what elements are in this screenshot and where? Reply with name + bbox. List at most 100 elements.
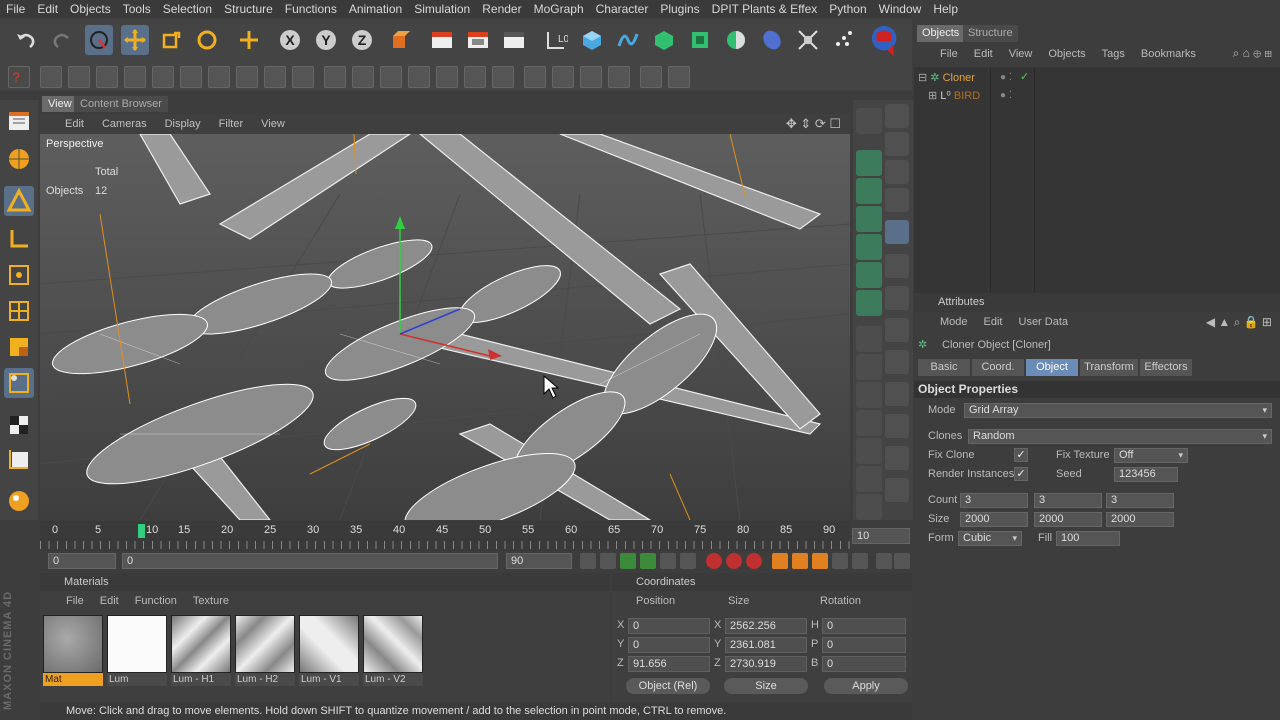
coordinate-system-icon[interactable] [386, 25, 414, 55]
menu-structure[interactable]: Structure [218, 2, 279, 16]
viewport-menu-edit[interactable]: Edit [56, 118, 93, 130]
snap-tool-2-icon[interactable] [180, 66, 202, 88]
objects-menu-tags[interactable]: Tags [1094, 48, 1133, 60]
material-swatch[interactable]: Lum - H1 [171, 615, 231, 686]
menu-tools[interactable]: Tools [117, 2, 157, 16]
timeline-end-field[interactable]: 10 [852, 528, 910, 544]
record-pla-icon[interactable] [852, 553, 868, 569]
attributes-menu-mode[interactable]: Mode [932, 316, 976, 328]
tree-item-bird[interactable]: ⊞ L⁰ BIRD [928, 87, 980, 105]
size-z-field[interactable]: 2730.919 [725, 656, 807, 672]
object-mode-icon[interactable] [4, 186, 34, 216]
menu-window[interactable]: Window [873, 2, 928, 16]
mograph-tracer-icon[interactable] [856, 262, 882, 288]
objects-menu-objects[interactable]: Objects [1040, 48, 1093, 60]
prev-key-icon[interactable] [600, 553, 616, 569]
viewport-menu-filter[interactable]: Filter [210, 118, 252, 130]
tab-effectors[interactable]: Effectors [1140, 359, 1192, 376]
materials-menu-edit[interactable]: Edit [92, 595, 127, 607]
enabled-check-icon[interactable]: ✓ [1020, 70, 1029, 83]
tab-basic[interactable]: Basic [918, 359, 970, 376]
snap-icon[interactable] [885, 220, 909, 244]
viewport-menu-display[interactable]: Display [156, 118, 210, 130]
size-x-attr-field[interactable]: 2000 [960, 512, 1028, 527]
effector-1-icon[interactable] [856, 326, 882, 352]
effector-5-icon[interactable] [856, 438, 882, 464]
magnet-2-icon[interactable] [885, 132, 909, 156]
menu-objects[interactable]: Objects [64, 2, 117, 16]
mograph-fracture-icon[interactable] [856, 206, 882, 232]
polygons-mode-icon[interactable] [4, 332, 34, 362]
expand-icon[interactable]: ⊞ [928, 90, 937, 102]
material-swatch[interactable]: Lum - V1 [299, 615, 359, 686]
camera-icon[interactable] [794, 25, 822, 55]
fix-texture-select[interactable]: Off [1114, 448, 1188, 463]
fill-field[interactable]: 100 [1056, 531, 1120, 546]
viewport-menu-view[interactable]: View [252, 118, 294, 130]
seed-field[interactable]: 123456 [1114, 467, 1178, 482]
texture-mode-icon[interactable] [4, 368, 34, 398]
effector-7-icon[interactable] [856, 494, 882, 520]
objects-search-icon[interactable]: ⌕ ⌂ ⊕ ⊞ [1225, 46, 1280, 61]
objects-menu-bookmarks[interactable]: Bookmarks [1133, 48, 1204, 60]
render-picture-viewer-icon[interactable] [464, 25, 492, 55]
record-parameter-icon[interactable] [832, 553, 848, 569]
spline-icon[interactable] [614, 25, 642, 55]
deformer-icon[interactable] [722, 25, 750, 55]
3d-viewport[interactable]: Perspective Total Objects 12 [40, 134, 850, 520]
mode-select[interactable]: Grid Array [964, 403, 1272, 418]
objects-menu-view[interactable]: View [1001, 48, 1041, 60]
magnet-1-icon[interactable] [885, 104, 909, 128]
grid-tool-5-icon[interactable] [436, 66, 458, 88]
play-forward-icon[interactable] [640, 553, 656, 569]
tool-d-icon[interactable] [885, 350, 909, 374]
tool-b-icon[interactable] [885, 286, 909, 310]
selection-tool-4-icon[interactable] [124, 66, 146, 88]
timeline-options-icon[interactable] [894, 553, 910, 569]
nurbs-icon[interactable] [650, 25, 678, 55]
light-icon[interactable] [830, 25, 858, 55]
tab-coord[interactable]: Coord. [972, 359, 1024, 376]
count-x-field[interactable]: 3 [960, 493, 1028, 508]
render-settings-icon[interactable] [500, 25, 528, 55]
tool-h-icon[interactable] [885, 478, 909, 502]
count-z-field[interactable]: 3 [1106, 493, 1174, 508]
selection-tool-3-icon[interactable] [96, 66, 118, 88]
range-end-field[interactable]: 90 [506, 553, 572, 569]
grid-tool-1-icon[interactable] [324, 66, 346, 88]
material-swatch[interactable]: Lum - H2 [235, 615, 295, 686]
menu-character[interactable]: Character [590, 2, 655, 16]
model-mode-icon[interactable] [4, 144, 34, 174]
size-y-attr-field[interactable]: 2000 [1034, 512, 1102, 527]
record-position-icon[interactable] [772, 553, 788, 569]
record-icon[interactable] [706, 553, 722, 569]
timeline[interactable]: 0 5 10 15 20 25 30 35 40 45 50 55 60 65 … [40, 521, 850, 551]
mograph-spline-icon[interactable] [856, 290, 882, 316]
objects-menu-edit[interactable]: Edit [966, 48, 1001, 60]
mesh-tool-4-icon[interactable] [608, 66, 630, 88]
form-select[interactable]: Cubic [958, 531, 1022, 546]
materials-menu-function[interactable]: Function [127, 595, 185, 607]
edges-mode-icon[interactable] [4, 296, 34, 326]
tab-transform[interactable]: Transform [1080, 359, 1138, 376]
attributes-menu-userdata[interactable]: User Data [1011, 316, 1077, 328]
next-key-icon[interactable] [660, 553, 676, 569]
menu-dpit[interactable]: DPIT Plants & Effex [706, 2, 824, 16]
tab-view[interactable]: View [42, 96, 78, 112]
materials-menu-texture[interactable]: Texture [185, 595, 237, 607]
python-logo-icon[interactable] [868, 23, 904, 59]
rot-h-field[interactable]: 0 [822, 618, 906, 634]
menu-help[interactable]: Help [927, 2, 964, 16]
autokey-icon[interactable] [726, 553, 742, 569]
materials-menu-file[interactable]: File [58, 595, 92, 607]
menu-render[interactable]: Render [476, 2, 527, 16]
apply-button[interactable]: Apply [824, 678, 908, 694]
move-tool-icon[interactable] [121, 25, 149, 55]
checker-mode-icon[interactable] [4, 410, 34, 440]
objects-menu-file[interactable]: File [932, 48, 966, 60]
visibility-dots-icon[interactable]: ● ⁚ [1000, 90, 1012, 101]
y-axis-icon[interactable]: Y [312, 25, 340, 55]
sculpt-mode-icon[interactable] [4, 486, 34, 516]
tool-e-icon[interactable] [885, 382, 909, 406]
tool-c-icon[interactable] [885, 318, 909, 342]
